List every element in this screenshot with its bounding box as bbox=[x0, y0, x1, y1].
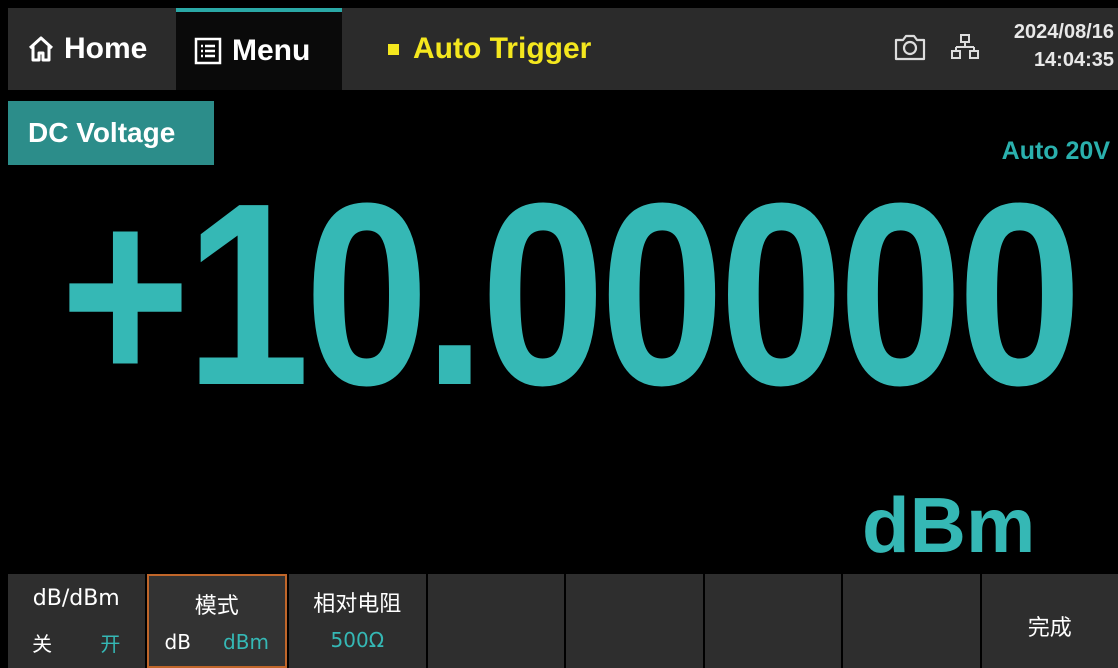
softkey-empty-6[interactable] bbox=[704, 574, 841, 668]
softkey-done[interactable]: 完成 bbox=[981, 574, 1118, 668]
option-off: 关 bbox=[32, 632, 53, 656]
date-text: 2024/08/16 bbox=[1013, 21, 1114, 43]
home-button[interactable]: Home bbox=[8, 8, 176, 90]
measurement-unit: dBm bbox=[862, 481, 1036, 569]
option-dbm: dBm bbox=[223, 630, 269, 654]
softkey-title: 相对电阻 bbox=[313, 592, 402, 617]
softkey-empty-4[interactable] bbox=[427, 574, 564, 668]
time-text: 14:04:35 bbox=[1033, 49, 1114, 71]
menu-button[interactable]: Menu bbox=[176, 8, 342, 90]
option-db: dB bbox=[164, 630, 191, 654]
option-on: 开 bbox=[100, 632, 121, 656]
trigger-status: Auto Trigger bbox=[388, 8, 591, 90]
softkey-reference-resistance[interactable]: 相对电阻 500Ω bbox=[289, 574, 426, 668]
trigger-indicator-icon bbox=[388, 43, 399, 55]
softkey-options: 关 开 bbox=[8, 628, 145, 657]
softkey-mode[interactable]: 模式 dB dBm bbox=[146, 574, 287, 668]
softkey-title: 模式 bbox=[194, 594, 239, 619]
softkey-value: 500Ω bbox=[330, 628, 384, 652]
datetime: 2024/08/16 14:04:35 bbox=[992, 18, 1114, 74]
network-icon bbox=[951, 34, 979, 59]
softkey-title: dB/dBm bbox=[32, 586, 120, 611]
camera-icon[interactable] bbox=[893, 32, 927, 62]
softkey-done-label: 完成 bbox=[1027, 616, 1072, 641]
trigger-label: Auto Trigger bbox=[413, 32, 592, 65]
menu-label: Menu bbox=[232, 34, 311, 67]
softkey-bar: dB/dBm 关 开 模式 dB dBm 相对电阻 500Ω 完成 bbox=[8, 574, 1118, 668]
softkey-options: dB dBm bbox=[149, 630, 286, 654]
measurement-reading: +10.00000 bbox=[60, 150, 1082, 440]
menu-icon bbox=[194, 37, 222, 65]
softkey-empty-7[interactable] bbox=[843, 574, 980, 668]
home-label: Home bbox=[64, 32, 148, 65]
softkey-empty-5[interactable] bbox=[566, 574, 703, 668]
home-icon bbox=[28, 36, 54, 62]
top-bar: Home Menu Auto Trigger 2024/08/16 14:04:… bbox=[8, 8, 1118, 90]
softkey-db-dbm[interactable]: dB/dBm 关 开 bbox=[8, 574, 145, 668]
